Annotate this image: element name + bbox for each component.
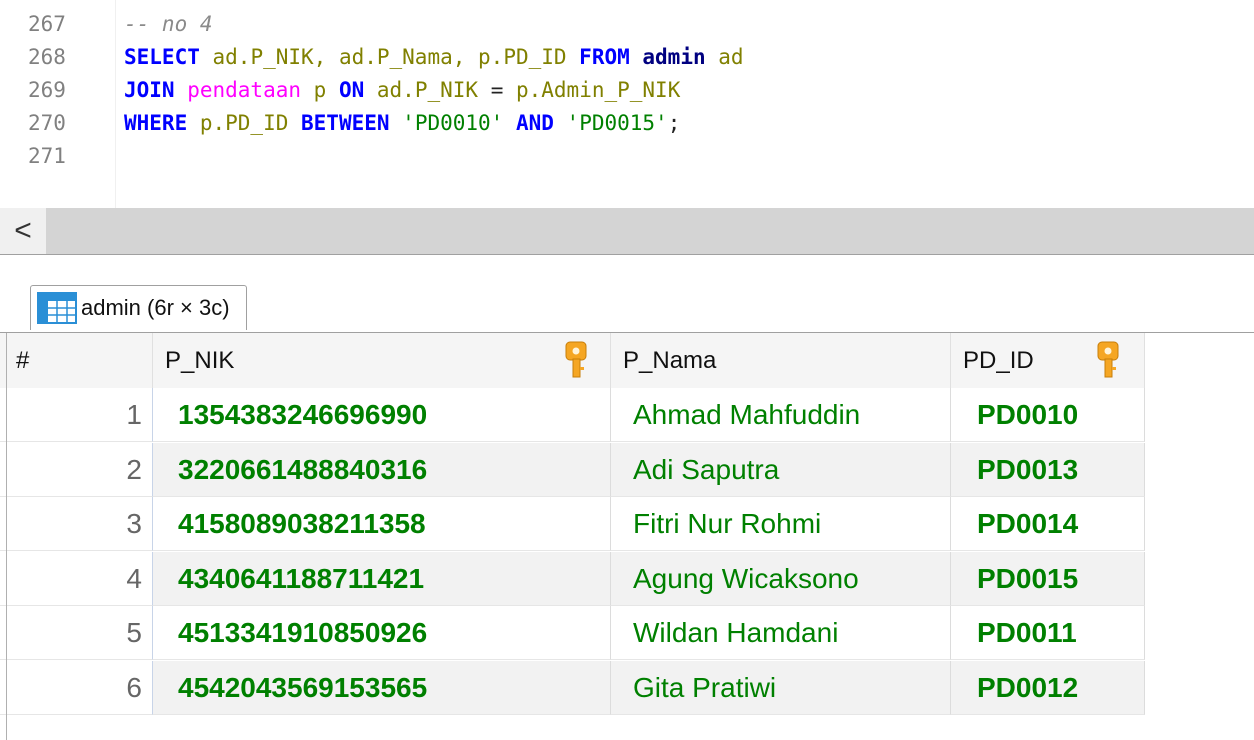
code-token: FROM: [566, 45, 630, 69]
code-token: BETWEEN: [288, 111, 390, 135]
grid-left-border: [6, 333, 7, 740]
code-token: admin: [629, 45, 706, 69]
code-token: ;: [667, 111, 681, 135]
sql-editor[interactable]: 267 -- no 4 268 SELECT ad.P_NIK, ad.P_Nama,…: [0, 0, 1254, 208]
pd-id-cell[interactable]: PD0015: [951, 551, 1145, 606]
chevron-left-icon: <: [14, 214, 32, 247]
p-nama-cell[interactable]: Gita Pratiwi: [611, 660, 951, 715]
code-token: pendataan: [174, 78, 302, 102]
code-token: ad.: [199, 45, 251, 69]
row-number-cell[interactable]: 1: [0, 388, 153, 442]
p-nik-cell[interactable]: 4158089038211358: [153, 497, 611, 551]
pd-id-cell[interactable]: PD0012: [951, 660, 1145, 715]
code-text: SELECT ad.P_NIK, ad.P_Nama, p.PD_ID FROM…: [124, 41, 744, 73]
row-number-cell[interactable]: 3: [0, 497, 153, 551]
line-number: 271: [28, 144, 66, 168]
column-header-label: P_NIK: [165, 347, 235, 374]
code-token: p.PD_ID: [187, 111, 289, 135]
p-nama-cell[interactable]: Wildan Hamdani: [611, 606, 951, 660]
code-token: , p.: [452, 45, 504, 69]
column-header-label: #: [16, 347, 30, 374]
p-nik-cell[interactable]: 4542043569153565: [153, 660, 611, 715]
pd-id-cell[interactable]: PD0014: [951, 497, 1145, 551]
tab-label: admin (6r × 3c): [81, 295, 230, 320]
result-grid[interactable]: # P_NIK P_Nama PD_ID 1 1354383246696990 Ah…: [0, 333, 1254, 740]
line-number: 269: [28, 78, 66, 102]
pd-id-cell[interactable]: PD0013: [951, 442, 1145, 497]
line-number: 268: [28, 45, 66, 69]
column-header-label: PD_ID: [963, 347, 1034, 374]
column-header-p-nama[interactable]: P_Nama: [611, 333, 951, 388]
code-token: p.Admin_P_NIK: [515, 78, 681, 102]
code-token: =: [478, 78, 516, 102]
table-row[interactable]: 5 4513341910850926 Wildan Hamdani PD0011: [0, 606, 1145, 660]
code-token: P_NIK: [250, 45, 314, 69]
code-token: 'PD0015': [553, 111, 668, 135]
code-token: p: [301, 78, 327, 102]
code-token: ad: [705, 45, 744, 69]
column-header-pd-id[interactable]: PD_ID: [951, 333, 1145, 388]
table-row[interactable]: 1 1354383246696990 Ahmad Mahfuddin PD0010: [0, 388, 1145, 442]
column-header-rownum[interactable]: #: [0, 333, 153, 388]
editor-margin-line: [115, 0, 116, 208]
row-number-cell[interactable]: 2: [0, 442, 153, 497]
result-tab-bar: admin (6r × 3c): [0, 255, 1254, 333]
p-nik-cell[interactable]: 1354383246696990: [153, 388, 611, 442]
pd-id-cell[interactable]: PD0011: [951, 606, 1145, 660]
p-nama-cell[interactable]: Fitri Nur Rohmi: [611, 497, 951, 551]
code-token: , ad.: [313, 45, 377, 69]
p-nik-cell[interactable]: 3220661488840316: [153, 442, 611, 497]
code-text: -- no 4: [124, 8, 213, 40]
p-nama-cell[interactable]: Agung Wicaksono: [611, 551, 951, 606]
tab-admin-result[interactable]: admin (6r × 3c): [30, 285, 247, 330]
table-grid-icon: [37, 292, 77, 324]
line-number: 270: [28, 111, 66, 135]
table-row[interactable]: 2 3220661488840316 Adi Saputra PD0013: [0, 442, 1145, 497]
code-token: SELECT: [124, 45, 200, 69]
column-header-label: P_Nama: [623, 347, 717, 374]
line-number: 267: [28, 12, 66, 36]
editor-horizontal-scrollbar[interactable]: <: [0, 208, 1254, 255]
code-token: -- no 4: [124, 12, 213, 36]
code-text: JOIN pendataan p ON ad.P_NIK = p.Admin_P…: [124, 74, 680, 106]
code-token: P_Nama: [376, 45, 453, 69]
code-token: WHERE: [124, 111, 188, 135]
code-token: JOIN: [124, 78, 175, 102]
table-row[interactable]: 3 4158089038211358 Fitri Nur Rohmi PD0014: [0, 497, 1145, 551]
code-token: 'PD0010': [389, 111, 504, 135]
row-number-cell[interactable]: 4: [0, 551, 153, 606]
p-nik-cell[interactable]: 4340641188711421: [153, 551, 611, 606]
primary-key-icon: [1097, 341, 1119, 379]
code-text: WHERE p.PD_ID BETWEEN 'PD0010' AND 'PD00…: [124, 107, 680, 139]
code-token: ad.P_NIK: [364, 78, 479, 102]
code-token: ON: [326, 78, 365, 102]
row-number-cell[interactable]: 5: [0, 606, 153, 660]
scroll-left-button[interactable]: <: [0, 208, 46, 254]
p-nama-cell[interactable]: Adi Saputra: [611, 442, 951, 497]
row-number-cell[interactable]: 6: [0, 660, 153, 715]
code-token: AND: [503, 111, 554, 135]
p-nama-cell[interactable]: Ahmad Mahfuddin: [611, 388, 951, 442]
pd-id-cell[interactable]: PD0010: [951, 388, 1145, 442]
code-token: PD_ID: [503, 45, 567, 69]
table-row[interactable]: 6 4542043569153565 Gita Pratiwi PD0012: [0, 660, 1145, 715]
p-nik-cell[interactable]: 4513341910850926: [153, 606, 611, 660]
primary-key-icon: [565, 341, 587, 379]
table-row[interactable]: 4 4340641188711421 Agung Wicaksono PD0015: [0, 551, 1145, 606]
column-header-p-nik[interactable]: P_NIK: [153, 333, 611, 388]
